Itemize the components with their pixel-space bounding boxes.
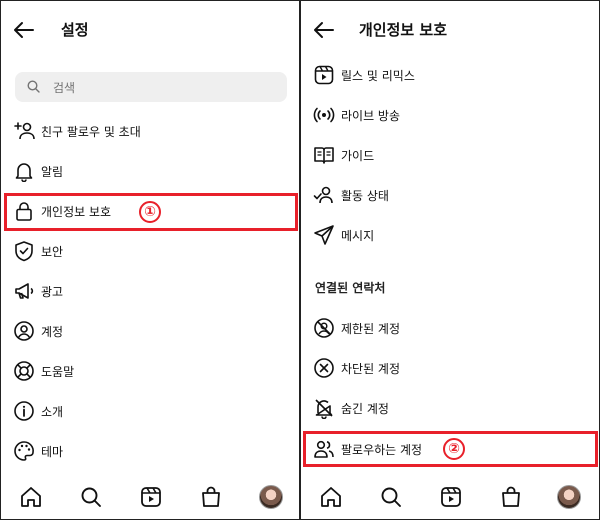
privacy-item-muted[interactable]: 숨긴 계정: [301, 388, 599, 428]
profile-avatar[interactable]: [557, 485, 581, 509]
settings-item-help[interactable]: 도움말: [1, 351, 299, 391]
search-placeholder: 검색: [53, 81, 76, 95]
back-arrow-icon[interactable]: [11, 18, 37, 42]
reels-icon[interactable]: [139, 485, 163, 509]
people-icon: [314, 440, 334, 458]
megaphone-icon: [15, 283, 34, 299]
lifebuoy-icon: [14, 361, 34, 381]
restricted-icon: [314, 318, 334, 338]
privacy-item-messages[interactable]: 메시지: [301, 215, 599, 255]
bell-icon: [15, 163, 33, 182]
privacy-item-reels-remix[interactable]: 릴스 및 리믹스: [301, 55, 599, 95]
guide-book-icon: [314, 147, 334, 164]
section-heading-connections: 연결된 연락처: [315, 281, 386, 295]
blocked-icon: [314, 358, 334, 378]
search-input[interactable]: 검색: [15, 72, 287, 102]
search-icon: [27, 80, 40, 93]
settings-item-theme[interactable]: 테마: [1, 431, 299, 471]
privacy-panel: 개인정보 보호 릴스 및 리믹스 라이브 방송 가이드 활동 상태 메시지 연결…: [300, 0, 600, 520]
reels-icon: [314, 65, 334, 85]
privacy-header: 개인정보 보호: [301, 1, 599, 59]
palette-icon: [14, 441, 34, 461]
page-title: 개인정보 보호: [359, 21, 448, 39]
bottom-nav: [301, 475, 599, 519]
add-person-icon: [14, 122, 35, 140]
account-circle-icon: [14, 321, 34, 341]
search-icon[interactable]: [379, 485, 403, 509]
home-icon[interactable]: [19, 485, 43, 509]
settings-item-security[interactable]: 보안: [1, 231, 299, 271]
back-arrow-icon[interactable]: [311, 18, 337, 42]
shop-icon[interactable]: [199, 485, 223, 509]
settings-item-ads[interactable]: 광고: [1, 271, 299, 311]
settings-item-notifications[interactable]: 알림: [1, 151, 299, 191]
shield-check-icon: [15, 241, 33, 262]
muted-bell-icon: [315, 399, 333, 419]
send-icon: [314, 225, 334, 245]
activity-status-icon: [313, 186, 333, 204]
settings-header: 설정: [1, 1, 299, 59]
privacy-item-blocked[interactable]: 차단된 계정: [301, 348, 599, 388]
privacy-item-live[interactable]: 라이브 방송: [301, 95, 599, 135]
home-icon[interactable]: [319, 485, 343, 509]
reels-icon[interactable]: [439, 485, 463, 509]
privacy-item-activity-status[interactable]: 활동 상태: [301, 175, 599, 215]
callout-badge-1: ①: [139, 201, 161, 223]
settings-item-about[interactable]: 소개: [1, 391, 299, 431]
privacy-item-guides[interactable]: 가이드: [301, 135, 599, 175]
shop-icon[interactable]: [499, 485, 523, 509]
info-icon: [14, 401, 34, 421]
page-title: 설정: [61, 21, 89, 39]
privacy-item-restricted[interactable]: 제한된 계정: [301, 308, 599, 348]
settings-item-account[interactable]: 계정: [1, 311, 299, 351]
settings-panel: 설정 검색 친구 팔로우 및 초대 알림 개인정보 보호 보안 광고 계정 도움…: [0, 0, 300, 520]
callout-badge-2: ②: [443, 438, 465, 460]
profile-avatar[interactable]: [259, 485, 283, 509]
live-broadcast-icon: [313, 107, 335, 123]
lock-icon: [16, 202, 32, 221]
settings-item-follow-invite[interactable]: 친구 팔로우 및 초대: [1, 111, 299, 151]
search-icon[interactable]: [79, 485, 103, 509]
bottom-nav: [1, 475, 299, 519]
